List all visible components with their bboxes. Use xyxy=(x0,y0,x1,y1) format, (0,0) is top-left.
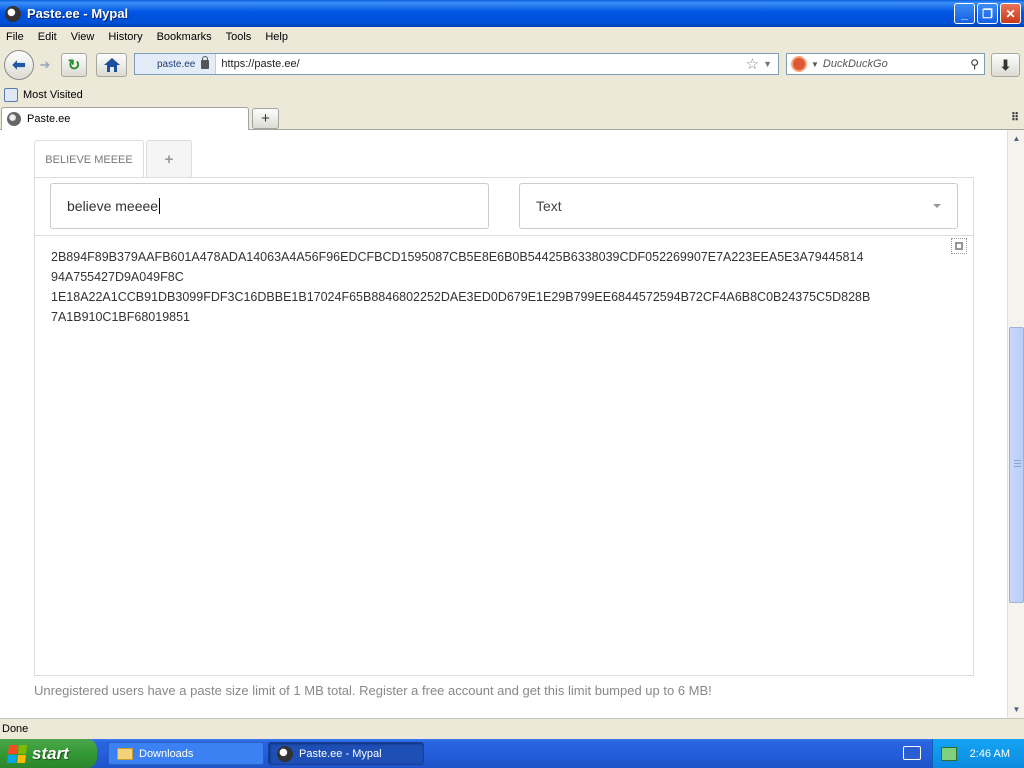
menu-edit[interactable]: Edit xyxy=(31,31,64,43)
search-magnifier-icon[interactable]: ⚲ xyxy=(970,57,979,71)
windows-flag-icon xyxy=(7,744,27,763)
back-arrow-icon: ⬅ xyxy=(12,57,26,74)
back-button[interactable]: ⬅ xyxy=(4,50,34,80)
menu-history[interactable]: History xyxy=(101,31,149,43)
url-history-dropdown-icon[interactable]: ▼ xyxy=(763,59,772,69)
window-controls: _ ❐ ✕ xyxy=(954,3,1021,24)
forward-arrow-icon: ➜ xyxy=(39,57,51,72)
url-bar[interactable]: paste.ee https://paste.ee/ ☆ ▼ xyxy=(134,53,779,75)
forward-button[interactable]: ➜ xyxy=(34,55,56,75)
navigation-toolbar: ⬅ ➜ ↻ paste.ee https://paste.ee/ ☆ ▼ ▼ D… xyxy=(0,46,1024,83)
status-text: Done xyxy=(2,723,29,735)
paste-content-textarea[interactable]: 2B894F89B379AAFB601A478ADA14063A4A56F96E… xyxy=(51,247,956,327)
minimize-button[interactable]: _ xyxy=(954,3,975,24)
bookmark-star-icon[interactable]: ☆ xyxy=(746,55,759,73)
downloads-button[interactable]: ⬇ xyxy=(991,53,1020,77)
new-tab-button[interactable]: + xyxy=(252,108,279,129)
menu-tools[interactable]: Tools xyxy=(219,31,259,43)
identity-label: paste.ee xyxy=(157,58,196,70)
search-bar[interactable]: ▼ DuckDuckGo ⚲ xyxy=(786,53,985,75)
search-engine-dropdown-icon[interactable]: ▼ xyxy=(811,60,819,69)
system-tray: 2:46 AM xyxy=(932,739,1024,768)
paste-limit-note: Unregistered users have a paste size lim… xyxy=(34,683,712,698)
window-titlebar[interactable]: Paste.ee - Mypal _ ❐ ✕ xyxy=(0,0,1024,27)
taskbar-item-mypal[interactable]: Paste.ee - Mypal xyxy=(268,742,424,765)
paste-line: 1E18A22A1CCB91DB3099FDF3C16DBBE1B17024F6… xyxy=(51,290,871,304)
mypal-icon xyxy=(277,745,293,762)
all-tabs-icon[interactable]: ⠿ xyxy=(1011,111,1019,124)
start-button[interactable]: start xyxy=(0,739,97,768)
menu-file[interactable]: File xyxy=(0,31,31,43)
menu-help[interactable]: Help xyxy=(258,31,295,43)
scrollbar-thumb[interactable] xyxy=(1009,327,1024,603)
lock-icon xyxy=(201,55,210,69)
duckduckgo-icon[interactable] xyxy=(791,56,807,72)
paste-description-value: believe meeee xyxy=(67,198,159,214)
scroll-down-arrow-icon[interactable]: ▼ xyxy=(1010,703,1023,716)
reload-icon: ↻ xyxy=(67,57,81,74)
keyboard-icon[interactable] xyxy=(903,746,921,760)
paste-line: 94A755427D9A049F8C xyxy=(51,270,184,284)
close-button[interactable]: ✕ xyxy=(1000,3,1021,24)
search-input[interactable]: DuckDuckGo xyxy=(823,58,970,70)
windows-taskbar: start Downloads Paste.ee - Mypal 2:46 AM xyxy=(0,739,1024,768)
taskbar-item-downloads[interactable]: Downloads xyxy=(108,742,264,765)
paste-tabs: BELIEVE MEEEE + xyxy=(34,140,192,178)
home-button[interactable] xyxy=(96,53,127,77)
reload-button[interactable]: ↻ xyxy=(61,53,87,77)
tab-paste-ee[interactable]: Paste.ee xyxy=(1,107,249,130)
maximize-button[interactable]: ❐ xyxy=(977,3,998,24)
download-arrow-icon: ⬇ xyxy=(999,56,1012,73)
paste-editor: believe meeee Text 2B894F89B379AAFB601A4… xyxy=(34,177,974,676)
paste-line: 2B894F89B379AAFB601A478ADA14063A4A56F96E… xyxy=(51,250,864,264)
paste-line: 7A1B910C1BF68019851 xyxy=(51,310,191,324)
text-caret xyxy=(159,198,161,214)
status-bar: Done xyxy=(0,718,1024,739)
tray-clock[interactable]: 2:46 AM xyxy=(970,748,1010,760)
bookmarks-toolbar: Most Visited xyxy=(0,85,1024,105)
tab-label: Paste.ee xyxy=(27,113,71,125)
syntax-language-select[interactable]: Text xyxy=(519,183,958,229)
window-title: Paste.ee - Mypal xyxy=(27,6,129,21)
paste-tab-believe-meeee[interactable]: BELIEVE MEEEE xyxy=(34,140,144,178)
tab-strip: Paste.ee + ⠿ xyxy=(0,105,1024,130)
most-visited-icon xyxy=(4,88,18,102)
folder-icon xyxy=(117,747,133,760)
chevron-down-icon xyxy=(933,204,941,208)
tab-favicon-icon xyxy=(7,112,21,126)
scroll-up-arrow-icon[interactable]: ▲ xyxy=(1010,132,1023,145)
paste-editor-header: believe meeee Text xyxy=(35,178,973,236)
network-icon[interactable] xyxy=(941,746,957,761)
url-text[interactable]: https://paste.ee/ xyxy=(216,58,745,70)
taskbar-item-label: Downloads xyxy=(139,747,194,760)
home-icon xyxy=(103,58,120,72)
mypal-app-icon[interactable] xyxy=(5,5,21,22)
add-paste-tab-button[interactable]: + xyxy=(146,140,192,178)
taskbar-item-label: Paste.ee - Mypal xyxy=(299,747,382,760)
page-content: BELIEVE MEEEE + believe meeee Text 2B894… xyxy=(0,130,1007,718)
menu-bar: File Edit View History Bookmarks Tools H… xyxy=(0,27,1024,46)
menu-view[interactable]: View xyxy=(64,31,102,43)
menu-bookmarks[interactable]: Bookmarks xyxy=(150,31,219,43)
paste-description-input[interactable]: believe meeee xyxy=(50,183,489,229)
syntax-language-value: Text xyxy=(536,198,562,214)
site-identity-button[interactable]: paste.ee xyxy=(135,54,217,74)
start-label: start xyxy=(32,743,69,763)
bookmark-most-visited[interactable]: Most Visited xyxy=(23,89,83,101)
page-vertical-scrollbar[interactable]: ▲ ▼ xyxy=(1007,130,1024,718)
